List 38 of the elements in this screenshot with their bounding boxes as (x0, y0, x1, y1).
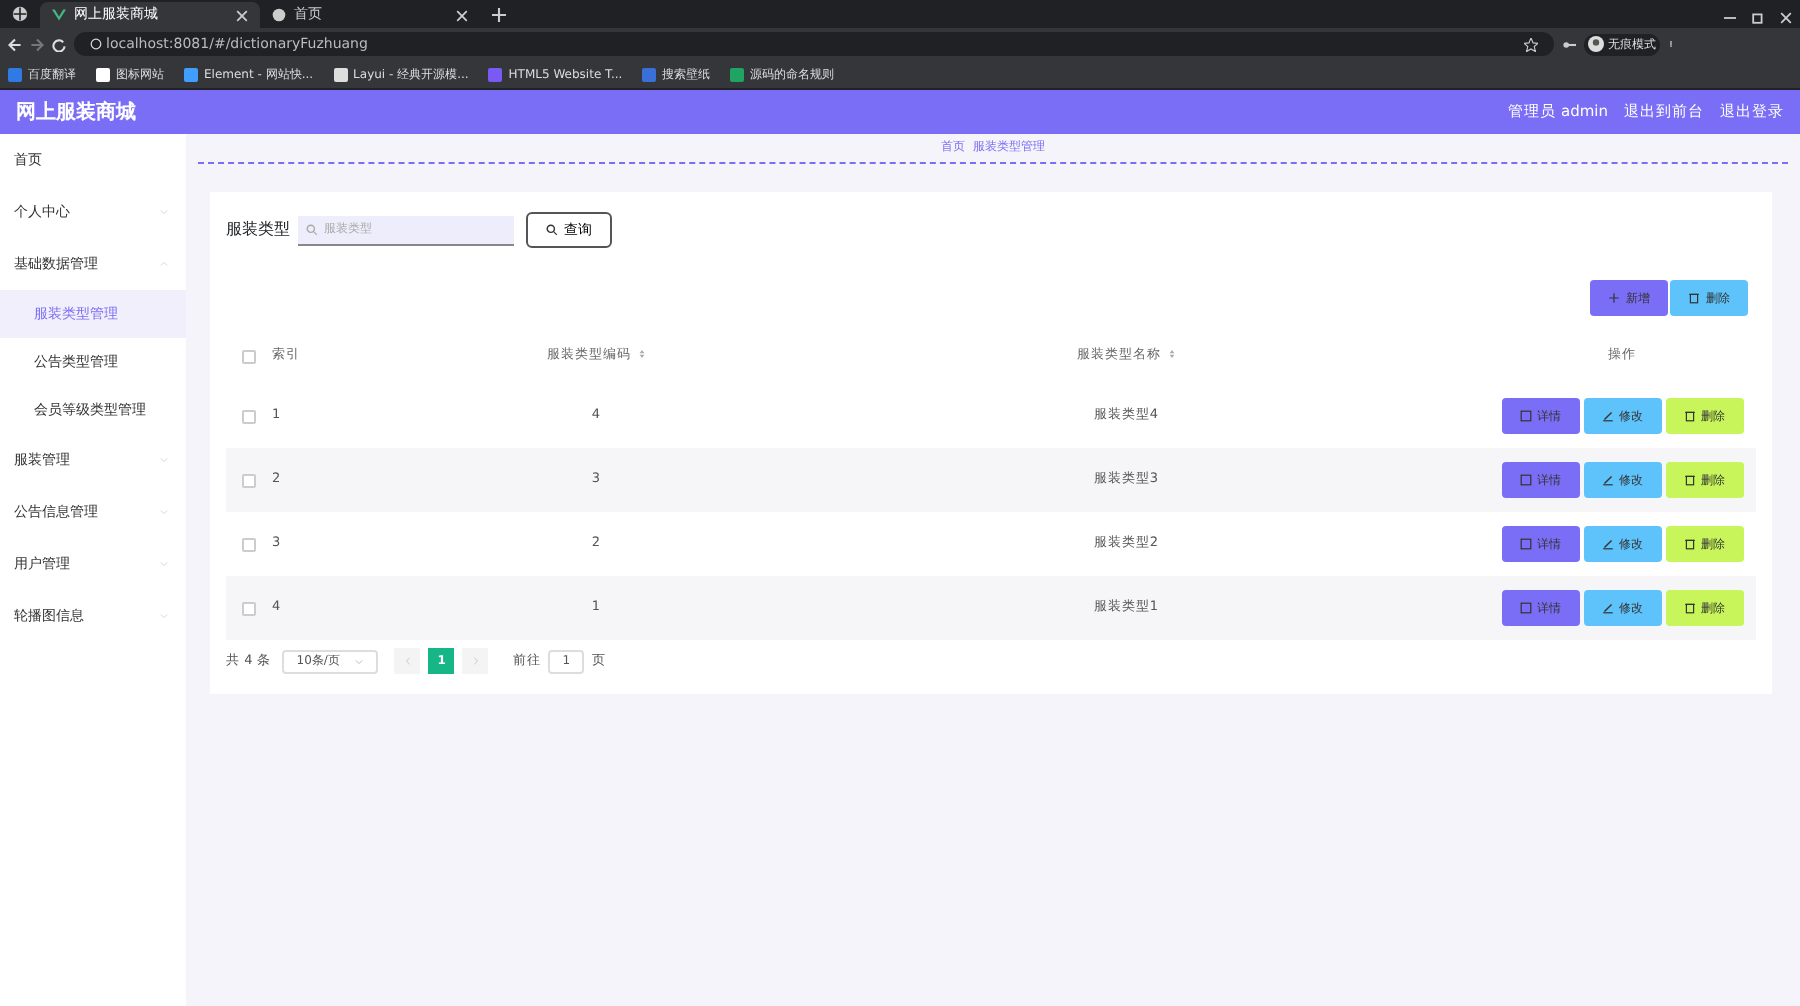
row-checkbox[interactable] (242, 473, 256, 487)
pencil-icon (1601, 410, 1613, 422)
pencil-icon (1601, 538, 1613, 550)
document-icon (1519, 538, 1531, 550)
forward-icon[interactable] (30, 37, 44, 51)
back-icon[interactable] (8, 37, 22, 51)
document-icon (1519, 602, 1531, 614)
trash-icon (1688, 292, 1700, 304)
row-checkbox[interactable] (242, 601, 256, 615)
close-icon[interactable] (236, 9, 248, 21)
star-icon[interactable] (1524, 37, 1538, 51)
row-checkbox[interactable] (242, 537, 256, 551)
document-icon (1519, 474, 1531, 486)
v-logo-icon (52, 8, 66, 22)
trash-icon (1683, 538, 1695, 550)
plus-icon[interactable] (492, 8, 506, 22)
close-icon[interactable] (1780, 12, 1792, 24)
reload-icon[interactable] (52, 37, 66, 51)
search-label: 服装类型 (226, 218, 290, 242)
select-all-checkbox[interactable] (242, 349, 256, 363)
trash-icon (1683, 474, 1695, 486)
pencil-icon (1601, 602, 1613, 614)
restore-icon[interactable] (1752, 12, 1764, 24)
chevron-right-icon (471, 656, 480, 666)
chevron-icon (354, 657, 365, 665)
search-icon (546, 224, 558, 236)
trash-icon (1683, 410, 1695, 422)
pencil-icon (1601, 474, 1613, 486)
close-icon[interactable] (456, 9, 468, 21)
search-icon (306, 223, 318, 235)
chevron-left-icon (403, 656, 412, 666)
app-title: 网上服装商城 (16, 98, 136, 127)
trash-icon (1683, 602, 1695, 614)
minimize-icon[interactable] (1724, 12, 1736, 24)
key-icon[interactable] (1562, 37, 1576, 51)
row-checkbox[interactable] (242, 409, 256, 423)
plus-icon (1608, 292, 1620, 304)
document-icon (1519, 410, 1531, 422)
